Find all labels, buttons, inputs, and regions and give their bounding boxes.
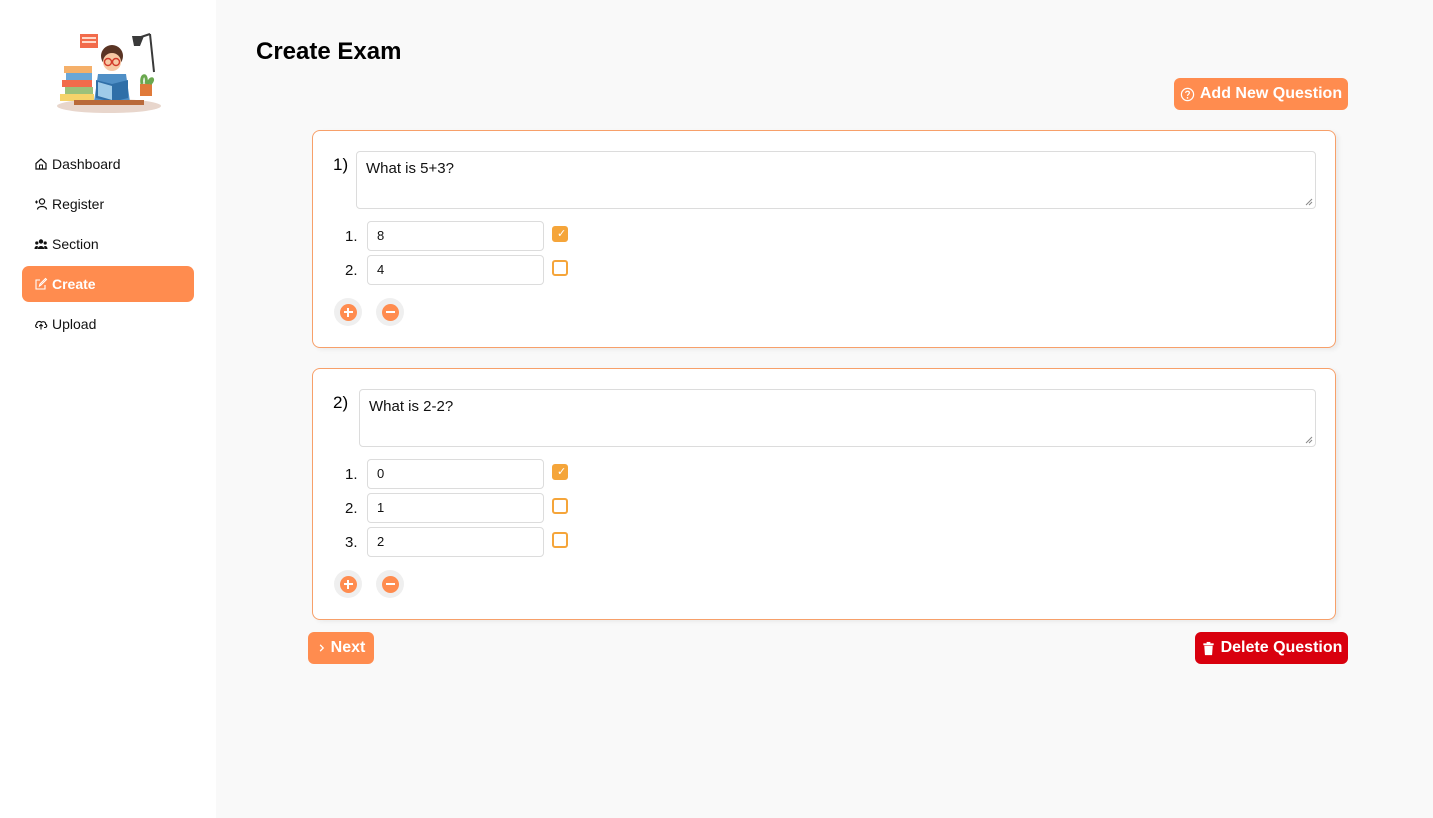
answer-input[interactable]: 4 xyxy=(367,255,544,285)
answer-number: 3. xyxy=(345,534,358,551)
answer-row: 1. 0 ✓ xyxy=(313,459,613,489)
chevron-right-icon xyxy=(319,644,324,652)
answer-input[interactable]: 1 xyxy=(367,493,544,523)
add-answer-button[interactable] xyxy=(334,570,362,598)
team-icon xyxy=(34,239,48,249)
checkmark-icon: ✓ xyxy=(557,228,567,240)
correct-answer-checkbox[interactable]: ✓ xyxy=(552,226,568,242)
answer-value: 0 xyxy=(377,466,385,481)
question-number: 2) xyxy=(333,393,349,412)
answer-input[interactable]: 8 xyxy=(367,221,544,251)
minus-circle-icon xyxy=(381,575,399,593)
question-text-input[interactable]: What is 5+3? xyxy=(356,151,1316,209)
answer-row: 3. 2 xyxy=(313,527,613,557)
sidebar-item-label: Register xyxy=(52,196,105,212)
answer-value: 4 xyxy=(377,262,385,277)
user-add-icon xyxy=(35,198,48,210)
sidebar-item-label: Section xyxy=(52,236,99,252)
answer-number: 2. xyxy=(345,500,358,517)
answer-input[interactable]: 0 xyxy=(367,459,544,489)
correct-answer-checkbox[interactable] xyxy=(552,260,568,276)
add-new-question-label: Add New Question xyxy=(1199,85,1343,102)
question-text-value: What is 2-2? xyxy=(369,398,454,415)
answer-number: 1. xyxy=(345,466,358,483)
question-card: 2) What is 2-2? 1. 0 ✓ 2. 1 3. 2 xyxy=(312,368,1336,620)
sidebar-item-upload[interactable]: Upload xyxy=(22,306,194,342)
answer-number: 1. xyxy=(345,228,358,245)
trash-icon xyxy=(1202,641,1214,655)
answer-value: 8 xyxy=(377,228,385,243)
sidebar-item-create[interactable]: Create xyxy=(22,266,194,302)
sidebar-item-section[interactable]: Section xyxy=(22,226,194,262)
answer-value: 2 xyxy=(377,534,385,549)
checkmark-icon: ✓ xyxy=(557,466,567,478)
sidebar-nav: Dashboard Register Section Create Upload xyxy=(22,146,194,346)
resize-handle-icon[interactable] xyxy=(1305,436,1313,444)
answer-row: 2. 4 xyxy=(313,255,613,285)
home-icon xyxy=(35,158,47,170)
add-answer-button[interactable] xyxy=(334,298,362,326)
delete-question-label: Delete Question xyxy=(1220,639,1343,656)
remove-answer-button[interactable] xyxy=(376,298,404,326)
question-card: 1) What is 5+3? 1. 8 ✓ 2. 4 xyxy=(312,130,1336,348)
question-text-value: What is 5+3? xyxy=(366,160,454,177)
sidebar-item-label: Upload xyxy=(52,316,97,332)
answer-value: 1 xyxy=(377,500,385,515)
sidebar-item-label: Dashboard xyxy=(52,156,121,172)
answer-input[interactable]: 2 xyxy=(367,527,544,557)
minus-circle-icon xyxy=(381,303,399,321)
answer-row: 1. 8 ✓ xyxy=(313,221,613,251)
question-circle-icon xyxy=(1180,87,1195,101)
plus-circle-icon xyxy=(339,575,357,593)
page-title: Create Exam xyxy=(256,38,402,65)
remove-answer-button[interactable] xyxy=(376,570,404,598)
answer-row: 2. 1 xyxy=(313,493,613,523)
add-new-question-button[interactable]: Add New Question xyxy=(1174,78,1348,110)
question-text-input[interactable]: What is 2-2? xyxy=(359,389,1316,447)
edit-icon xyxy=(35,277,48,290)
sidebar-item-label: Create xyxy=(52,276,96,292)
answer-number: 2. xyxy=(345,262,358,279)
delete-question-button[interactable]: Delete Question xyxy=(1195,632,1348,664)
resize-handle-icon[interactable] xyxy=(1305,198,1313,206)
correct-answer-checkbox[interactable] xyxy=(552,498,568,514)
cloud-upload-icon xyxy=(35,320,48,330)
logo-illustration xyxy=(57,33,161,113)
sidebar: Dashboard Register Section Create Upload xyxy=(0,0,216,818)
next-label: Next xyxy=(330,639,366,656)
correct-answer-checkbox[interactable]: ✓ xyxy=(552,464,568,480)
correct-answer-checkbox[interactable] xyxy=(552,532,568,548)
sidebar-item-dashboard[interactable]: Dashboard xyxy=(22,146,194,182)
plus-circle-icon xyxy=(339,303,357,321)
next-button[interactable]: Next xyxy=(308,632,374,664)
question-number: 1) xyxy=(333,155,349,174)
sidebar-item-register[interactable]: Register xyxy=(22,186,194,222)
